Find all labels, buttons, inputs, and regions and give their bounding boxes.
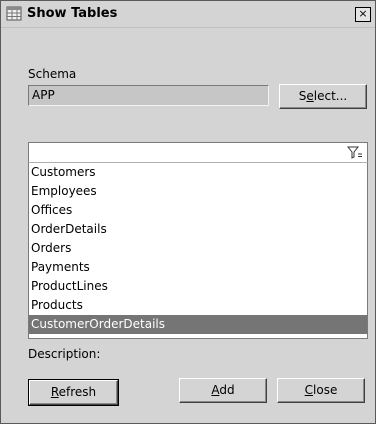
schema-field[interactable]: APP <box>28 85 269 106</box>
dialog-title: Show Tables <box>27 6 118 21</box>
table-icon <box>6 6 22 21</box>
list-item-employees[interactable]: Employees <box>29 182 367 201</box>
list-item-orderdetails[interactable]: OrderDetails <box>29 220 367 239</box>
list-item-payments[interactable]: Payments <box>29 258 367 277</box>
tables-list[interactable]: Customers Employees Offices OrderDetails Ord… <box>28 162 368 339</box>
filter-icon[interactable] <box>347 146 363 159</box>
close-icon[interactable]: × <box>355 7 371 22</box>
list-item-products[interactable]: Products <box>29 296 367 315</box>
title-bar[interactable]: Show Tables × <box>1 1 375 28</box>
list-item-productlines[interactable]: ProductLines <box>29 277 367 296</box>
close-button[interactable]: Close <box>277 378 365 403</box>
schema-label: Schema <box>28 67 77 81</box>
schema-value: APP <box>32 88 55 102</box>
list-item-orders[interactable]: Orders <box>29 239 367 258</box>
list-item-customerorderdetails[interactable]: CustomerOrderDetails <box>29 315 367 334</box>
list-item-customers[interactable]: Customers <box>29 163 367 182</box>
table-filter-input[interactable] <box>28 142 368 162</box>
show-tables-dialog: Show Tables × Schema APP Select... Custo… <box>0 0 376 424</box>
list-item-offices[interactable]: Offices <box>29 201 367 220</box>
select-button[interactable]: Select... <box>279 84 367 109</box>
description-label: Description: <box>28 347 101 361</box>
refresh-button[interactable]: Refresh <box>28 379 119 406</box>
add-button[interactable]: Add <box>179 378 267 403</box>
